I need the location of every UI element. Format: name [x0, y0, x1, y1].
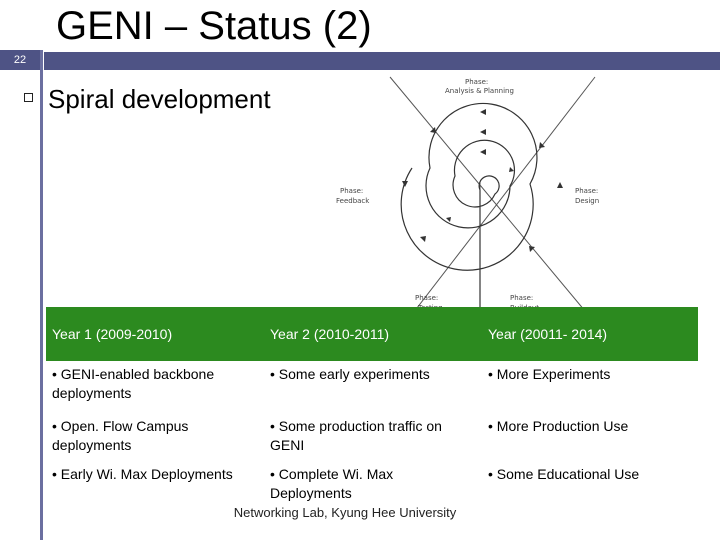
phase-label-design: Phase:: [575, 187, 598, 195]
phase-label-feedback: Phase:: [340, 187, 363, 195]
column-header: Year 2 (2010-2011): [264, 307, 482, 361]
column-header: Year (20011- 2014): [482, 307, 698, 361]
spiral-arrow: [557, 182, 563, 188]
schedule-table: Year 1 (2009-2010) Year 2 (2010-2011) Ye…: [46, 307, 698, 509]
spiral-arrow: [480, 109, 486, 115]
spiral-arrow: [480, 149, 486, 155]
spiral-arrow: [509, 167, 514, 172]
spiral-path: [400, 102, 538, 317]
table-cell: • Complete Wi. Max Deployments: [270, 466, 394, 501]
phase-divider-2: [409, 76, 596, 317]
phase-label-design-sub: Design: [575, 197, 599, 205]
table-row: • GENI-enabled backbone deployments • So…: [46, 361, 698, 413]
slide-title: GENI – Status (2): [56, 4, 372, 48]
table-cell: • Some production traffic on GENI: [270, 418, 442, 453]
table-row: • Open. Flow Campus deployments • Some p…: [46, 413, 698, 461]
table-row: • Early Wi. Max Deployments • Complete W…: [46, 461, 698, 509]
spiral-arrow: [402, 181, 408, 187]
spiral-arrow: [446, 217, 451, 222]
footer-text: Networking Lab, Kyung Hee University: [233, 505, 457, 520]
spiral-arrow: [420, 236, 426, 242]
phase-divider-1: [389, 76, 591, 317]
table-cell: • More Production Use: [488, 418, 629, 434]
phase-label-testing: Phase:: [415, 294, 438, 302]
table-cell: • GENI-enabled backbone deployments: [52, 366, 215, 401]
table-header-row: Year 1 (2009-2010) Year 2 (2010-2011) Ye…: [46, 307, 698, 361]
bullet-text: Spiral development: [48, 84, 271, 114]
table-cell: • Early Wi. Max Deployments: [52, 466, 233, 482]
table-cell: • Some early experiments: [270, 366, 430, 382]
phase-label-feedback-sub: Feedback: [336, 197, 370, 205]
phase-label-buildout: Phase:: [510, 294, 533, 302]
phase-label-analysis: Phase:: [465, 78, 488, 86]
table-cell: • More Experiments: [488, 366, 611, 382]
spiral-arrow: [480, 129, 486, 135]
bullet-square-icon: [24, 93, 33, 102]
left-rule: [40, 50, 43, 540]
phase-label-analysis-sub: Analysis & Planning: [445, 87, 514, 95]
table-cell: • Open. Flow Campus deployments: [52, 418, 189, 453]
slide-number: 22: [0, 50, 40, 70]
column-header: Year 1 (2009-2010): [46, 307, 264, 361]
title-rule: [44, 52, 720, 70]
spiral-arrow: [529, 246, 535, 252]
table-cell: • Some Educational Use: [488, 466, 640, 482]
spiral-diagram: Phase: Analysis & Planning Phase: Design…: [336, 76, 599, 317]
